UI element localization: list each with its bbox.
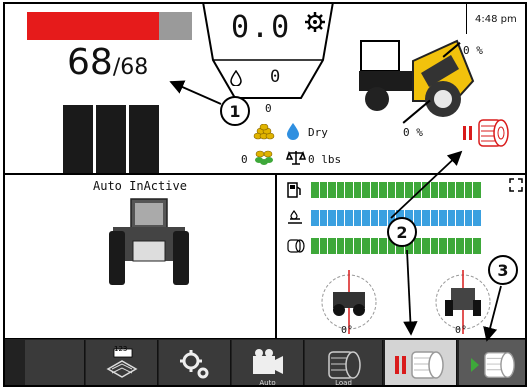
callout-arrows: [169, 80, 502, 342]
screen-frame: 68/68 0.0 0 4:48 pm 0 Dry 0 0 lbs 0 % 0 …: [3, 2, 527, 387]
callout-2: 2: [387, 217, 417, 247]
callout-1: 1: [220, 96, 250, 126]
callout-3: 3: [488, 255, 518, 285]
